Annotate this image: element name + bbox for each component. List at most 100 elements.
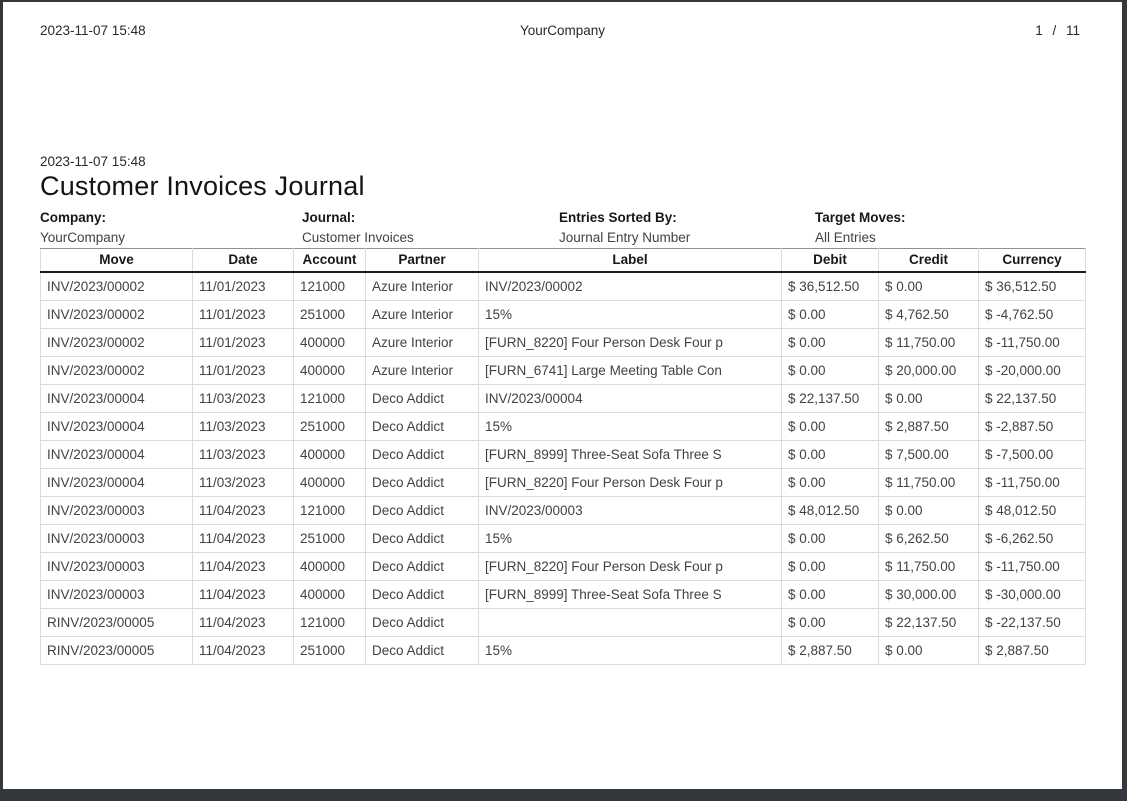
table-row: INV/2023/00004 11/03/2023 251000 Deco Addic… <box>40 412 1086 441</box>
table-cell: $ 36,512.50 <box>781 271 879 301</box>
table-cell: RINV/2023/00005 <box>40 608 193 637</box>
table-cell: 251000 <box>293 300 366 329</box>
report-meta: Company: YourCompany Journal: Customer Invo… <box>40 208 1085 248</box>
table-cell: INV/2023/00003 <box>40 496 193 525</box>
meta-item-1: Journal: Customer Invoices <box>302 208 559 248</box>
table-cell: Deco Addict <box>365 412 479 441</box>
table-cell: $ 30,000.00 <box>878 580 979 609</box>
table-cell: [FURN_8220] Four Person Desk Four p <box>478 468 782 497</box>
table-cell: [FURN_8999] Three-Seat Sofa Three S <box>478 440 782 469</box>
table-cell: 400000 <box>293 468 366 497</box>
column-header: Date <box>192 248 294 273</box>
table-cell: INV/2023/00002 <box>40 356 193 385</box>
table-row: INV/2023/00003 11/04/2023 400000 Deco Addic… <box>40 580 1086 609</box>
table-cell: Azure Interior <box>365 300 479 329</box>
table-cell: Azure Interior <box>365 356 479 385</box>
table-cell: Deco Addict <box>365 440 479 469</box>
table-cell: 11/03/2023 <box>192 384 294 413</box>
table-cell: $ 11,750.00 <box>878 328 979 357</box>
table-cell: $ 36,512.50 <box>978 271 1086 301</box>
table-cell: 11/03/2023 <box>192 440 294 469</box>
table-cell: INV/2023/00003 <box>40 580 193 609</box>
table-cell: 11/01/2023 <box>192 328 294 357</box>
table-row: RINV/2023/00005 11/04/2023 121000 Deco Addi… <box>40 608 1086 637</box>
table-cell: $ 0.00 <box>878 636 979 665</box>
table-cell: 400000 <box>293 440 366 469</box>
table-cell: $ -11,750.00 <box>978 328 1086 357</box>
table-cell: $ 0.00 <box>878 384 979 413</box>
table-cell <box>478 608 782 637</box>
table-body: INV/2023/00002 11/01/2023 121000 Azure Inte… <box>40 271 1086 665</box>
table-cell: 11/04/2023 <box>192 524 294 553</box>
table-cell: $ 0.00 <box>781 412 879 441</box>
table-cell: INV/2023/00003 <box>478 496 782 525</box>
table-cell: INV/2023/00004 <box>40 412 193 441</box>
column-header: Debit <box>781 248 879 273</box>
table-cell: $ 6,262.50 <box>878 524 979 553</box>
meta-value: YourCompany <box>40 230 126 245</box>
meta-item-2: Entries Sorted By: Journal Entry Number <box>559 208 815 248</box>
table-cell: $ -7,500.00 <box>978 440 1086 469</box>
table-row: INV/2023/00002 11/01/2023 400000 Azure Inte… <box>40 328 1086 357</box>
table-cell: Deco Addict <box>365 608 479 637</box>
table-row: INV/2023/00004 11/03/2023 121000 Deco Addic… <box>40 384 1086 413</box>
table-cell: $ 11,750.00 <box>878 468 979 497</box>
table-cell: 121000 <box>293 608 366 637</box>
table-cell: 11/01/2023 <box>192 300 294 329</box>
report-body: 2023-11-07 15:48 Customer Invoices Journ… <box>3 154 1122 665</box>
column-header: Currency <box>978 248 1086 273</box>
meta-value: Journal Entry Number <box>559 230 691 245</box>
table-cell: 121000 <box>293 496 366 525</box>
table-cell: 11/04/2023 <box>192 608 294 637</box>
table-row: INV/2023/00002 11/01/2023 121000 Azure Inte… <box>40 271 1086 301</box>
table-cell: Deco Addict <box>365 468 479 497</box>
table-cell: $ 0.00 <box>878 496 979 525</box>
meta-label: Journal: <box>302 210 356 225</box>
table-cell: 11/04/2023 <box>192 552 294 581</box>
journal-table: Move Date Account Partner Label Debit Credit Cu… <box>40 248 1086 665</box>
table-cell: $ 0.00 <box>781 580 879 609</box>
table-cell: $ 22,137.50 <box>878 608 979 637</box>
table-header-row: Move Date Account Partner Label Debit Credit Cu… <box>40 248 1086 273</box>
table-cell: $ 2,887.50 <box>781 636 879 665</box>
table-cell: $ -20,000.00 <box>978 356 1086 385</box>
column-header: Move <box>40 248 193 273</box>
table-cell: INV/2023/00002 <box>478 271 782 301</box>
table-cell: INV/2023/00004 <box>40 440 193 469</box>
table-cell: 11/04/2023 <box>192 636 294 665</box>
table-head: Move Date Account Partner Label Debit Credit Cu… <box>40 248 1086 273</box>
table-cell: $ 0.00 <box>781 440 879 469</box>
table-cell: $ 0.00 <box>781 468 879 497</box>
table-cell: 121000 <box>293 384 366 413</box>
table-cell: $ 11,750.00 <box>878 552 979 581</box>
header-company: YourCompany <box>519 23 606 38</box>
table-cell: 251000 <box>293 524 366 553</box>
table-cell: 11/04/2023 <box>192 580 294 609</box>
table-row: RINV/2023/00005 11/04/2023 251000 Deco Addi… <box>40 636 1086 665</box>
table-cell: $ -30,000.00 <box>978 580 1086 609</box>
table-cell: $ 2,887.50 <box>978 636 1086 665</box>
meta-label: Company: <box>40 210 107 225</box>
table-cell: $ 48,012.50 <box>781 496 879 525</box>
table-cell: [FURN_8220] Four Person Desk Four p <box>478 328 782 357</box>
table-cell: 400000 <box>293 580 366 609</box>
table-cell: 11/01/2023 <box>192 271 294 301</box>
table-cell: [FURN_8999] Three-Seat Sofa Three S <box>478 580 782 609</box>
table-cell: 11/04/2023 <box>192 496 294 525</box>
table-cell: $ 0.00 <box>781 552 879 581</box>
table-cell: 15% <box>478 524 782 553</box>
table-cell: RINV/2023/00005 <box>40 636 193 665</box>
table-cell: 121000 <box>293 271 366 301</box>
table-cell: $ -11,750.00 <box>978 552 1086 581</box>
table-cell: $ 22,137.50 <box>978 384 1086 413</box>
column-header: Account <box>293 248 366 273</box>
table-cell: $ -6,262.50 <box>978 524 1086 553</box>
table-cell: 15% <box>478 636 782 665</box>
table-cell: 11/01/2023 <box>192 356 294 385</box>
table-cell: $ 22,137.50 <box>781 384 879 413</box>
table-cell: INV/2023/00003 <box>40 524 193 553</box>
meta-label: Target Moves: <box>815 210 906 225</box>
table-cell: 15% <box>478 412 782 441</box>
table-row: INV/2023/00002 11/01/2023 400000 Azure Inte… <box>40 356 1086 385</box>
table-cell: Deco Addict <box>365 384 479 413</box>
